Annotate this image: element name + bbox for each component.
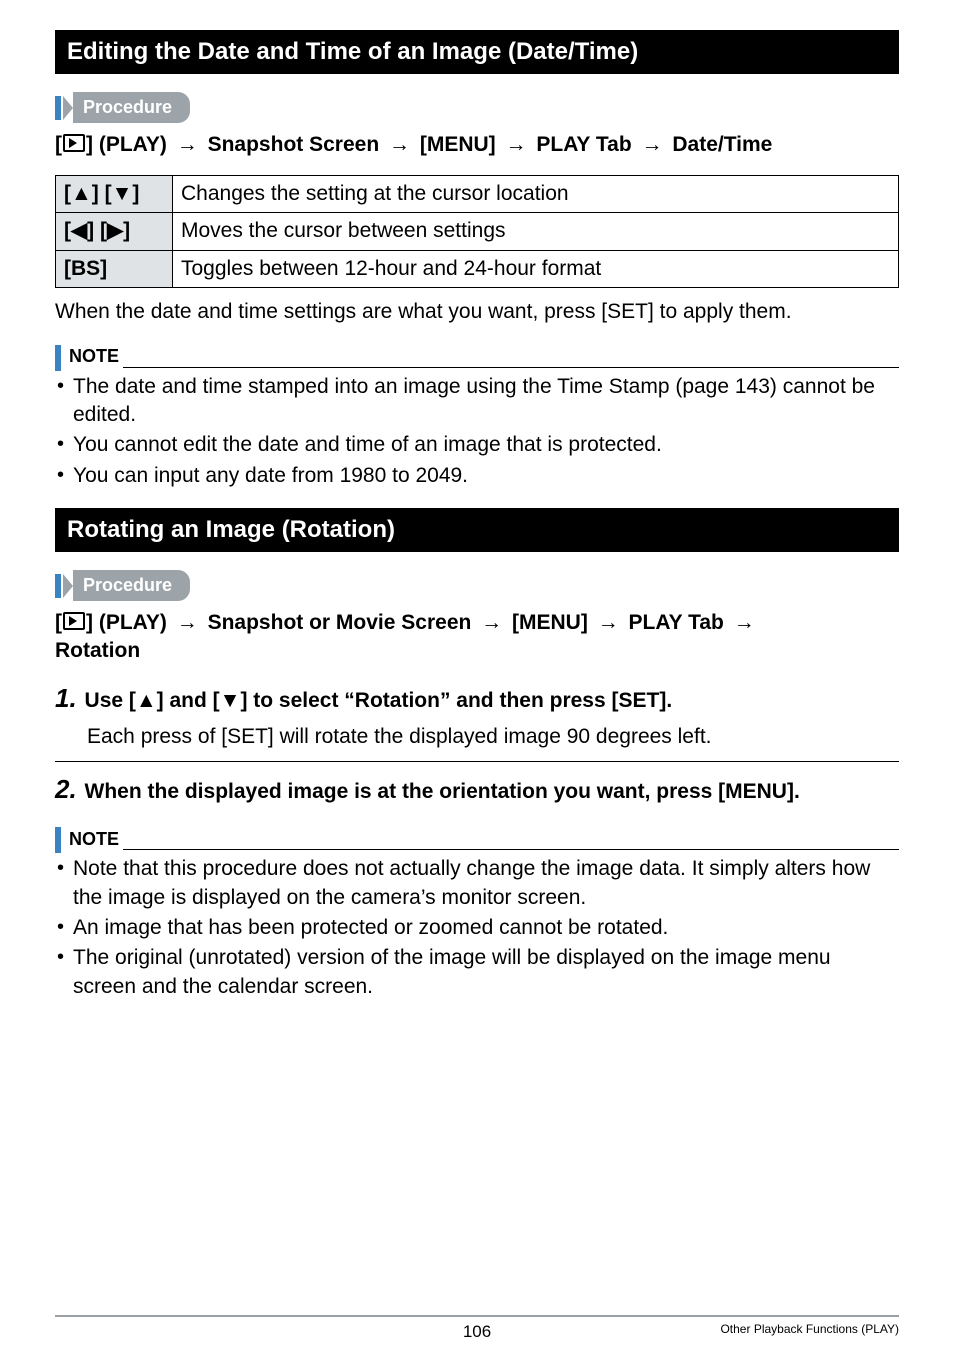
step-number: 2.	[55, 774, 77, 804]
step-separator	[55, 761, 899, 762]
note-list-1: The date and time stamped into an image …	[55, 373, 899, 490]
note-accent-bar	[55, 827, 61, 853]
bc1-play: ] (PLAY)	[86, 133, 167, 156]
procedure-row-2: Procedure	[55, 570, 899, 600]
procedure-label: Procedure	[73, 92, 190, 122]
arrow-icon: →	[642, 131, 663, 159]
arrow-icon: →	[389, 131, 410, 159]
note-rule	[123, 849, 899, 850]
key-cell: [BS]	[56, 250, 173, 287]
note-rule	[123, 367, 899, 368]
play-icon	[63, 134, 85, 152]
procedure-accent-bar	[55, 574, 61, 598]
procedure-row-1: Procedure	[55, 92, 899, 122]
arrow-icon: →	[506, 131, 527, 159]
note-label: NOTE	[69, 827, 119, 853]
procedure-wedge	[63, 574, 73, 598]
note-label: NOTE	[69, 344, 119, 370]
list-item: Note that this procedure does not actual…	[55, 855, 899, 912]
bc1-s3: PLAY Tab	[536, 133, 631, 156]
note-accent-bar	[55, 345, 61, 371]
bc1-s2: [MENU]	[420, 133, 496, 156]
key-cell: [◀] [▶]	[56, 213, 173, 250]
table-row: [◀] [▶] Moves the cursor between setting…	[56, 213, 899, 250]
list-item: You can input any date from 1980 to 2049…	[55, 462, 899, 490]
bc1-s1: Snapshot Screen	[208, 133, 380, 156]
after-table-text: When the date and time settings are what…	[55, 298, 899, 326]
arrow-icon: →	[177, 609, 198, 637]
procedure-label: Procedure	[73, 570, 190, 600]
page-footer: 106 Other Playback Functions (PLAY)	[0, 1315, 954, 1337]
heading-date-time: Editing the Date and Time of an Image (D…	[55, 30, 899, 74]
step-number: 1.	[55, 683, 77, 713]
note-header-1: NOTE	[55, 344, 899, 370]
arrow-icon: →	[481, 609, 502, 637]
play-icon	[63, 612, 85, 630]
desc-cell: Toggles between 12-hour and 24-hour form…	[173, 250, 899, 287]
bc2-prefix: [	[55, 611, 62, 634]
heading-rotation: Rotating an Image (Rotation)	[55, 508, 899, 552]
bc2-s2: [MENU]	[512, 611, 588, 634]
arrow-icon: →	[177, 131, 198, 159]
step-title: Use [▲] and [▼] to select “Rotation” and…	[85, 689, 673, 712]
step-1-body: Each press of [SET] will rotate the disp…	[87, 723, 899, 751]
step-2: 2. When the displayed image is at the or…	[55, 772, 899, 807]
footer-rule	[55, 1315, 899, 1317]
list-item: The original (unrotated) version of the …	[55, 944, 899, 1001]
table-row: [▲] [▼] Changes the setting at the curso…	[56, 176, 899, 213]
key-mapping-table: [▲] [▼] Changes the setting at the curso…	[55, 175, 899, 288]
desc-cell: Moves the cursor between settings	[173, 213, 899, 250]
arrow-icon: →	[598, 609, 619, 637]
note-list-2: Note that this procedure does not actual…	[55, 855, 899, 1001]
table-row: [BS] Toggles between 12-hour and 24-hour…	[56, 250, 899, 287]
procedure-accent-bar	[55, 96, 61, 120]
desc-cell: Changes the setting at the cursor locati…	[173, 176, 899, 213]
bc1-s4: Date/Time	[672, 133, 772, 156]
arrow-icon: →	[734, 609, 755, 637]
breadcrumb-rotation: [ ] (PLAY) → Snapshot or Movie Screen → […	[55, 609, 899, 666]
procedure-wedge	[63, 96, 73, 120]
list-item: The date and time stamped into an image …	[55, 373, 899, 430]
bc2-s4: Rotation	[55, 639, 140, 662]
bc2-s3: PLAY Tab	[629, 611, 724, 634]
note-header-2: NOTE	[55, 827, 899, 853]
breadcrumb-date-time: [ ] (PLAY) → Snapshot Screen → [MENU] → P…	[55, 131, 899, 159]
bc2-s1: Snapshot or Movie Screen	[208, 611, 472, 634]
bc2-play: ] (PLAY)	[86, 611, 167, 634]
list-item: An image that has been protected or zoom…	[55, 914, 899, 942]
list-item: You cannot edit the date and time of an …	[55, 431, 899, 459]
step-1: 1. Use [▲] and [▼] to select “Rotation” …	[55, 681, 899, 716]
page-number: 106	[0, 1321, 954, 1344]
key-cell: [▲] [▼]	[56, 176, 173, 213]
step-title: When the displayed image is at the orien…	[85, 780, 800, 803]
bc1-prefix: [	[55, 133, 62, 156]
